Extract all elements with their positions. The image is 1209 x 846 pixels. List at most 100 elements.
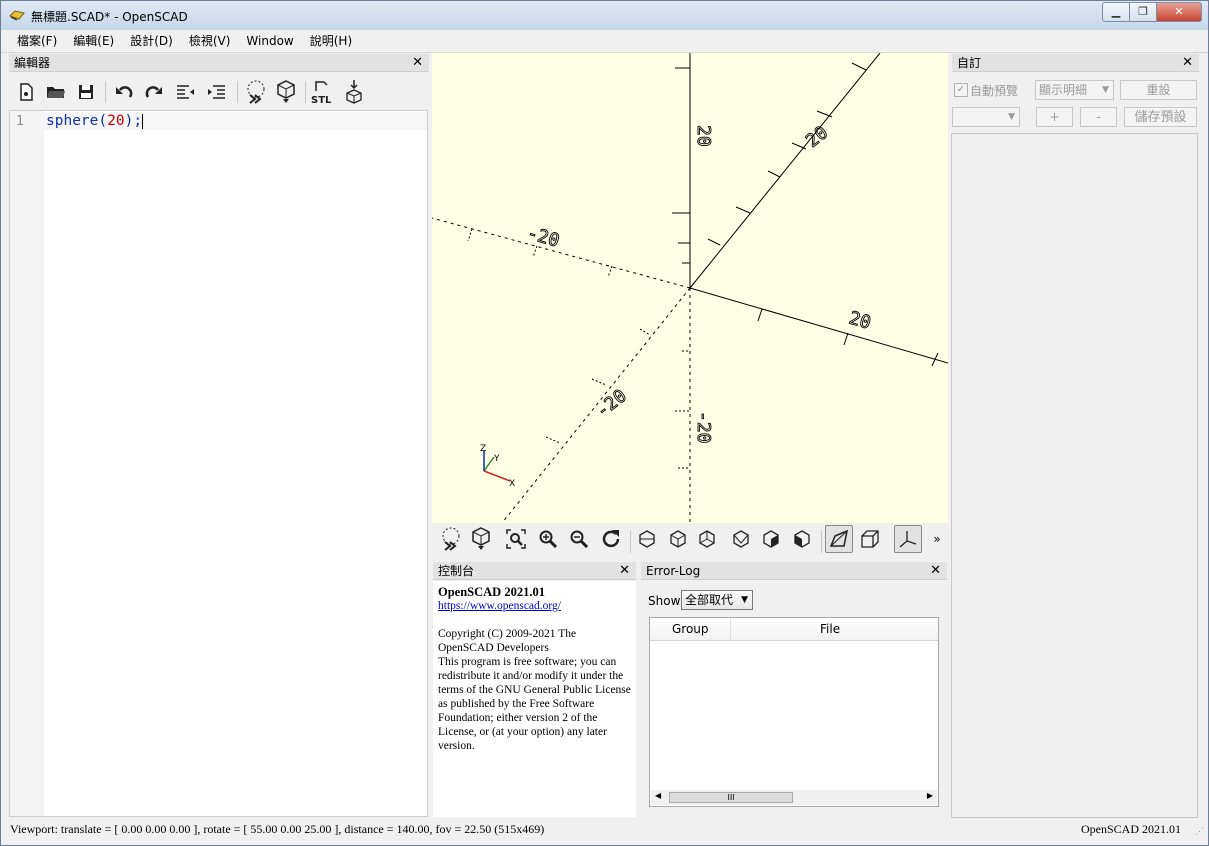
code-function: sphere: [46, 113, 99, 129]
version-status-text: OpenSCAD 2021.01: [1080, 822, 1181, 836]
render-icon: [277, 80, 295, 103]
reset-view-button[interactable]: [597, 525, 625, 553]
show-axes-button[interactable]: [894, 525, 922, 553]
redo-icon: [145, 86, 162, 98]
close-console-icon[interactable]: ✕: [619, 562, 630, 580]
view-front-button[interactable]: [757, 525, 785, 553]
dropdown-arrow-icon: ▼: [1102, 85, 1109, 95]
view-back-icon: [794, 530, 810, 548]
zoom-out-icon: [570, 530, 588, 548]
customizer-parameters-area: [951, 133, 1198, 818]
new-file-icon: [20, 83, 33, 101]
maximize-button[interactable]: ❐: [1130, 2, 1157, 22]
gizmo-y-label: Y: [493, 454, 500, 464]
resize-grip-icon[interactable]: ⋰: [1195, 821, 1204, 841]
detail-level-select[interactable]: 顯示明細 ▼: [1035, 80, 1114, 100]
detail-level-value: 顯示明細: [1039, 83, 1088, 97]
menu-bar: 檔案(F) 編輯(E) 設計(D) 檢視(V) Window 說明(H): [1, 31, 1208, 53]
toolbar-overflow-icon[interactable]: »: [928, 525, 946, 553]
undo-button[interactable]: [111, 77, 137, 107]
line-number: 1: [16, 114, 24, 129]
horizontal-scrollbar[interactable]: ◀ III ▶: [651, 790, 937, 805]
close-window-button[interactable]: ✕: [1157, 2, 1202, 22]
auto-preview-checkbox[interactable]: ✓: [954, 83, 968, 97]
new-file-button[interactable]: [13, 77, 39, 107]
gizmo-z-label: Z: [480, 444, 486, 454]
customizer-panel-title: 自訂 ✕: [952, 54, 1199, 72]
code-editor[interactable]: 1 sphere(20);: [9, 110, 428, 817]
console-link[interactable]: https://www.openscad.org/: [438, 599, 631, 613]
show-filter-select[interactable]: 全部取代 ▼: [681, 590, 753, 610]
errorlog-table[interactable]: Group File ◀ III ▶: [649, 617, 939, 807]
column-header-file[interactable]: File: [820, 622, 840, 636]
menu-design[interactable]: 設計(D): [122, 31, 181, 52]
svg-text:STL: STL: [311, 95, 332, 105]
view-left-button[interactable]: [727, 525, 755, 553]
close-editor-icon[interactable]: ✕: [412, 54, 423, 72]
dropdown-arrow-icon: ▼: [1008, 112, 1015, 122]
save-file-button[interactable]: [73, 77, 99, 107]
menu-view[interactable]: 檢視(V): [181, 31, 239, 52]
editor-title-label: 編輯器: [14, 56, 51, 70]
code-line[interactable]: sphere(20);: [46, 112, 144, 130]
view-bottom-icon: [699, 530, 715, 548]
viewport-axes: 20 20 20 -20 -20 -20 Z Y X: [432, 53, 948, 523]
orthogonal-button[interactable]: [856, 525, 884, 553]
save-preset-button[interactable]: 儲存預設: [1124, 107, 1197, 127]
close-errorlog-icon[interactable]: ✕: [930, 562, 941, 580]
send-to-print-button[interactable]: [341, 77, 367, 107]
render-icon: [472, 527, 490, 550]
menu-file[interactable]: 檔案(F): [9, 31, 65, 52]
console-output[interactable]: OpenSCAD 2021.01 https://www.openscad.or…: [433, 581, 636, 817]
perspective-button[interactable]: [825, 525, 853, 553]
zoom-out-button[interactable]: [565, 525, 593, 553]
indent-button[interactable]: [203, 77, 229, 107]
undo-icon: [116, 86, 133, 98]
view-all-button[interactable]: [502, 525, 530, 553]
close-customizer-icon[interactable]: ✕: [1182, 54, 1193, 72]
view-back-button[interactable]: [788, 525, 816, 553]
show-filter-value: 全部取代: [685, 593, 734, 607]
view-bottom-button[interactable]: [693, 525, 721, 553]
preview-button[interactable]: [243, 77, 269, 107]
zoom-in-icon: [539, 530, 557, 548]
gizmo-x-label: X: [509, 479, 515, 489]
zoom-in-button[interactable]: [534, 525, 562, 553]
minimize-button[interactable]: ▁: [1102, 2, 1130, 22]
add-preset-button[interactable]: +: [1036, 107, 1073, 127]
text-cursor: [142, 113, 144, 129]
console-copyright: Copyright (C) 2009-2021 The OpenSCAD Dev…: [438, 628, 577, 654]
menu-help[interactable]: 說明(H): [302, 31, 360, 52]
axis-label-x-neg: -20: [525, 223, 562, 252]
view-top-button[interactable]: [664, 525, 692, 553]
menu-window[interactable]: Window: [238, 31, 301, 52]
perspective-icon: [829, 529, 849, 547]
scroll-thumb[interactable]: III: [669, 792, 793, 803]
code-number: 20: [107, 113, 125, 129]
console-title-label: 控制台: [438, 564, 475, 578]
column-header-group[interactable]: Group: [672, 622, 709, 636]
reset-button[interactable]: 重設: [1120, 80, 1197, 100]
view-right-button[interactable]: [633, 525, 661, 553]
console-license: This program is free software; you can r…: [438, 656, 631, 752]
line-number-gutter: 1: [10, 111, 44, 816]
reset-view-icon: [602, 530, 620, 548]
vp-preview-button[interactable]: [437, 525, 465, 553]
title-bar[interactable]: 無標題.SCAD* - OpenSCAD ▁ ❐ ✕: [1, 1, 1208, 30]
errorlog-title-label: Error-Log: [646, 564, 701, 578]
menu-edit[interactable]: 編輯(E): [65, 31, 122, 52]
scroll-right-icon[interactable]: ▶: [927, 791, 933, 800]
remove-preset-button[interactable]: -: [1080, 107, 1117, 127]
scroll-left-icon[interactable]: ◀: [655, 791, 661, 800]
open-file-button[interactable]: [43, 77, 69, 107]
vp-render-button[interactable]: [467, 525, 495, 553]
console-heading: OpenSCAD 2021.01: [438, 585, 545, 599]
3d-viewport[interactable]: 20 20 20 -20 -20 -20 Z Y X: [432, 53, 948, 523]
redo-button[interactable]: [141, 77, 167, 107]
export-stl-button[interactable]: STL: [309, 77, 335, 107]
preset-select[interactable]: ▼: [952, 107, 1020, 127]
render-button[interactable]: [273, 77, 299, 107]
unindent-button[interactable]: [173, 77, 199, 107]
preview-icon: [442, 527, 460, 551]
save-disk-icon: [79, 85, 93, 99]
